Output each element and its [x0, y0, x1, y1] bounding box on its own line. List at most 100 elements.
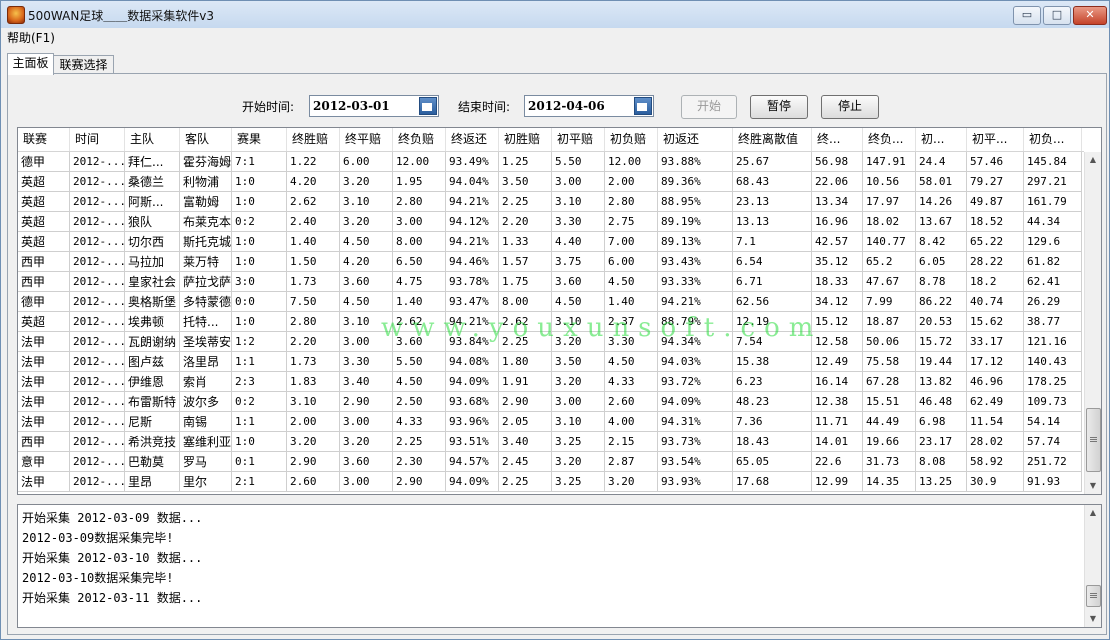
table-row[interactable]: 英超 2012-... 桑德兰 利物浦 1:0 4.20 3.20 1.95 94.04% 3.5… — [18, 172, 1084, 192]
table-cell: 2.25 — [499, 472, 552, 492]
maximize-button[interactable]: □ — [1043, 6, 1071, 25]
table-cell: 6.05 — [916, 252, 967, 272]
table-cell: 57.74 — [1024, 432, 1082, 452]
close-button[interactable]: ✕ — [1073, 6, 1107, 25]
table-cell: 86.22 — [916, 292, 967, 312]
table-row[interactable]: 法甲 2012-... 布雷斯特 波尔多 0:2 3.10 2.90 2.50 93.68% 2.… — [18, 392, 1084, 412]
table-cell: 3.50 — [499, 172, 552, 192]
minimize-button[interactable]: ▭ — [1013, 6, 1041, 25]
calendar-icon[interactable] — [419, 97, 437, 115]
table-row[interactable]: 法甲 2012-... 里昂 里尔 2:1 2.60 3.00 2.90 94.09% 2.25 3… — [18, 472, 1084, 492]
table-cell: 75.58 — [863, 352, 916, 372]
tab-main-panel[interactable]: 主面板 — [7, 53, 54, 75]
table-row[interactable]: 英超 2012-... 狼队 布莱克本 0:2 2.40 3.20 3.00 94.12% 2.2… — [18, 212, 1084, 232]
table-row[interactable]: 法甲 2012-... 图卢兹 洛里昂 1:1 1.73 3.30 5.50 94.08% 1.8… — [18, 352, 1084, 372]
table-cell: 44.49 — [863, 412, 916, 432]
table-cell: 3.25 — [552, 472, 605, 492]
table-cell: 18.33 — [812, 272, 863, 292]
table-header: 联赛 时间 主队 客队 赛果 终胜赔 终平赔 终负赔 终返还 初胜赔 初平赔 初负赔 初返还 终胜离散值终… — [18, 128, 1084, 152]
table-row[interactable]: 德甲 2012-... 奥格斯堡 多特蒙德 0:0 7.50 4.50 1.40 93.47% 8… — [18, 292, 1084, 312]
table-cell: 阿斯... — [125, 192, 180, 212]
column-header[interactable]: 初负... — [1024, 128, 1082, 151]
column-header[interactable]: 初返还 — [658, 128, 733, 151]
calendar-icon[interactable] — [634, 97, 652, 115]
up-arrow-icon[interactable]: ▲ — [1085, 152, 1101, 168]
table-cell: 3.10 — [287, 392, 340, 412]
scrollbar-thumb[interactable] — [1086, 408, 1101, 472]
table-cell: 2.60 — [605, 392, 658, 412]
table-cell: 拜仁... — [125, 152, 180, 172]
column-header[interactable]: 赛果 — [232, 128, 287, 151]
table-row[interactable]: 英超 2012-... 阿斯... 富勒姆 1:0 2.62 3.10 2.80 94.21% 2… — [18, 192, 1084, 212]
column-header[interactable]: 终胜赔 — [287, 128, 340, 151]
column-header[interactable]: 终负赔 — [393, 128, 446, 151]
log-scrollbar[interactable]: ▲ ▼ — [1084, 505, 1101, 627]
table-row[interactable]: 意甲 2012-... 巴勒莫 罗马 0:1 2.90 3.60 2.30 94.57% 2.45… — [18, 452, 1084, 472]
table-row[interactable]: 法甲 2012-... 尼斯 南锡 1:1 2.00 3.00 4.33 93.96% 2.05 3… — [18, 412, 1084, 432]
table-cell: 2012-... — [70, 432, 125, 452]
table-cell: 5.50 — [393, 352, 446, 372]
column-header[interactable]: 主队 — [125, 128, 180, 151]
table-cell: 2.90 — [340, 392, 393, 412]
table-cell: 法甲 — [18, 372, 70, 392]
column-header[interactable]: 时间 — [70, 128, 125, 151]
table-cell: 3.20 — [340, 172, 393, 192]
table-scrollbar[interactable]: ▲ ▼ — [1084, 152, 1101, 494]
table-cell: 13.82 — [916, 372, 967, 392]
scrollbar-thumb[interactable] — [1086, 585, 1101, 607]
table-cell: 1:0 — [232, 432, 287, 452]
column-header[interactable]: 初平... — [967, 128, 1024, 151]
column-header[interactable]: 终负... — [863, 128, 916, 151]
table-cell: 3.20 — [552, 372, 605, 392]
pause-button[interactable]: 暂停 — [750, 95, 808, 119]
table-cell: 英超 — [18, 212, 70, 232]
table-cell: 79.27 — [967, 172, 1024, 192]
table-cell: 4.50 — [340, 292, 393, 312]
column-header[interactable]: 联赛 — [18, 128, 70, 151]
down-arrow-icon[interactable]: ▼ — [1085, 478, 1101, 494]
column-header[interactable]: 终平赔 — [340, 128, 393, 151]
table-row[interactable]: 西甲 2012-... 皇家社会 萨拉戈萨 3:0 1.73 3.60 4.75 93.78% 1… — [18, 272, 1084, 292]
table-row[interactable]: 法甲 2012-... 伊维恩 索肖 2:3 1.83 3.40 4.50 94.09% 1.91… — [18, 372, 1084, 392]
log-output[interactable]: ▲ ▼ 开始采集 2012-03-09 数据... 2012-03-09数据采集完… — [17, 504, 1102, 628]
column-header[interactable]: 终胜离散值 — [733, 128, 812, 151]
column-header[interactable]: 初... — [916, 128, 967, 151]
table-row[interactable]: 西甲 2012-... 希洪竞技 塞维利亚 1:0 3.20 3.20 2.25 93.51% 3… — [18, 432, 1084, 452]
start-button[interactable]: 开始 — [681, 95, 737, 119]
table-cell: 6.00 — [605, 252, 658, 272]
table-cell: 1.33 — [499, 232, 552, 252]
column-header[interactable]: 初平赔 — [552, 128, 605, 151]
table-cell: 圣埃蒂安 — [180, 332, 232, 352]
table-cell: 13.34 — [812, 192, 863, 212]
column-header[interactable]: 初胜赔 — [499, 128, 552, 151]
table-cell: 切尔西 — [125, 232, 180, 252]
tab-league-select[interactable]: 联赛选择 — [53, 55, 114, 75]
end-date-picker[interactable]: 2012-04-06 — [524, 95, 654, 117]
table-row[interactable]: 德甲 2012-... 拜仁... 霍芬海姆 7:1 1.22 6.00 12.00 93.49… — [18, 152, 1084, 172]
table-cell: 1.75 — [499, 272, 552, 292]
table-row[interactable]: 英超 2012-... 切尔西 斯托克城 1:0 1.40 4.50 8.00 94.21% 1.… — [18, 232, 1084, 252]
table-cell: 7.00 — [605, 232, 658, 252]
table-cell: 法甲 — [18, 472, 70, 492]
start-date-picker[interactable]: 2012-03-01 — [309, 95, 439, 117]
table-row[interactable]: 西甲 2012-... 马拉加 莱万特 1:0 1.50 4.20 6.50 94.46% 1.5… — [18, 252, 1084, 272]
up-arrow-icon[interactable]: ▲ — [1085, 505, 1101, 521]
down-arrow-icon[interactable]: ▼ — [1085, 611, 1101, 627]
column-header[interactable]: 终返还 — [446, 128, 499, 151]
table-cell: 2012-... — [70, 352, 125, 372]
table-cell: 1.83 — [287, 372, 340, 392]
data-table[interactable]: 联赛 时间 主队 客队 赛果 终胜赔 终平赔 终负赔 终返还 初胜赔 初平赔 初负赔 初返还 终胜离散值终… — [17, 127, 1102, 495]
table-cell: 10.56 — [863, 172, 916, 192]
table-cell: 18.2 — [967, 272, 1024, 292]
table-cell: 62.49 — [967, 392, 1024, 412]
table-cell: 西甲 — [18, 252, 70, 272]
menu-help[interactable]: 帮助(F1) — [7, 29, 55, 46]
column-header[interactable]: 终... — [812, 128, 863, 151]
column-header[interactable]: 客队 — [180, 128, 232, 151]
stop-button[interactable]: 停止 — [821, 95, 879, 119]
table-cell: 英超 — [18, 312, 70, 332]
table-cell: 希洪竞技 — [125, 432, 180, 452]
table-cell: 奥格斯堡 — [125, 292, 180, 312]
column-header[interactable]: 初负赔 — [605, 128, 658, 151]
title-bar[interactable]: 500WAN足球＿＿数据采集软件v3 ▭ □ ✕ — [1, 1, 1109, 28]
